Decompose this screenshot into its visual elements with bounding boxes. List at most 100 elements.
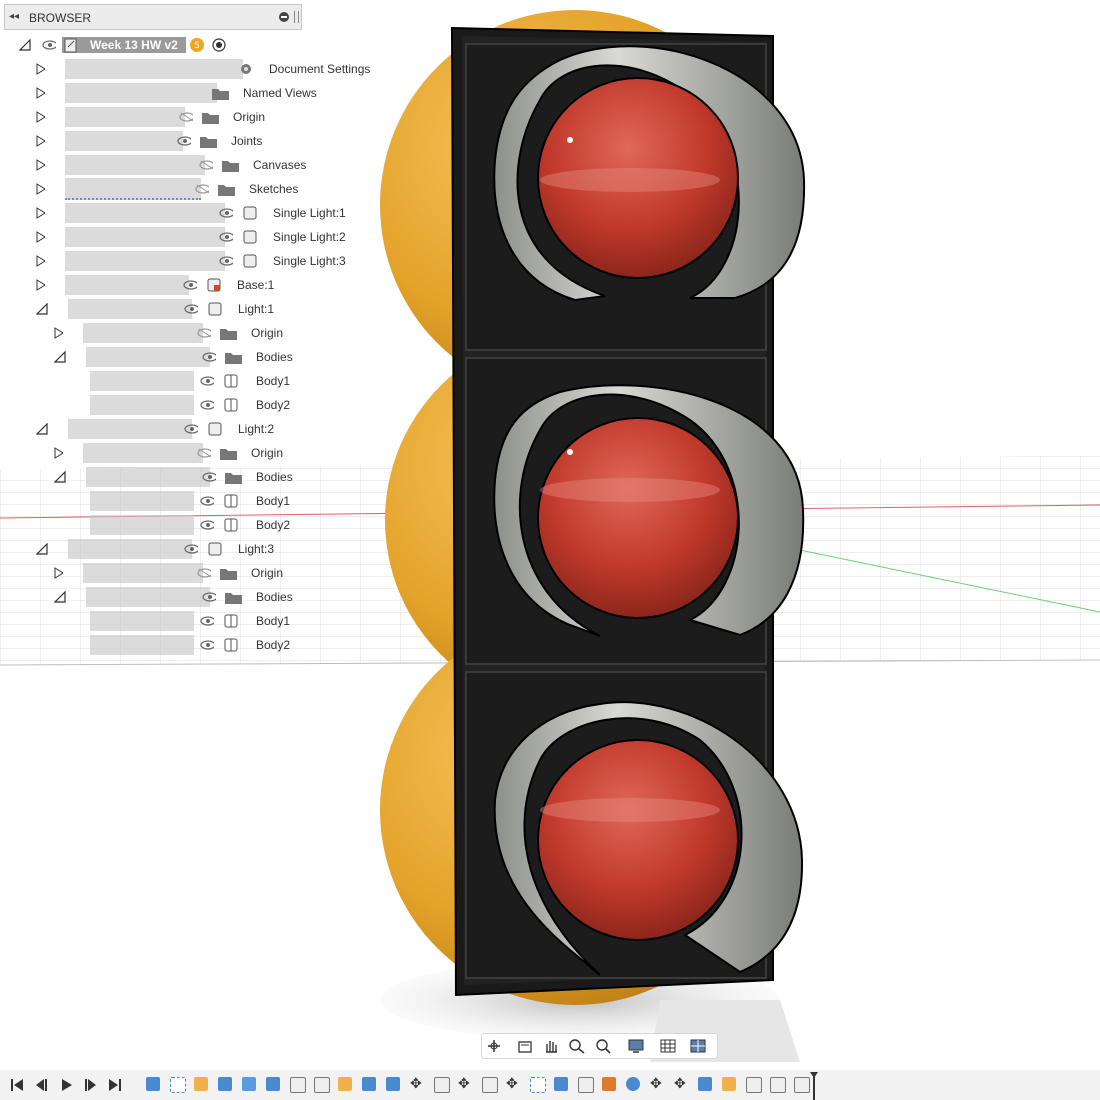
visibility-eye-icon[interactable] bbox=[177, 136, 191, 146]
browser-item-light-1-body2[interactable]: Body2 bbox=[90, 395, 290, 415]
visibility-eye-icon[interactable] bbox=[200, 616, 214, 626]
browser-item-joints[interactable]: Joints bbox=[36, 131, 262, 151]
move-feature-icon[interactable]: ✥ bbox=[458, 1075, 472, 1091]
hidden-eye-icon[interactable] bbox=[197, 448, 211, 458]
visibility-eye-icon[interactable] bbox=[200, 400, 214, 410]
collapsed-triangle-icon[interactable] bbox=[36, 159, 45, 171]
hidden-eye-icon[interactable] bbox=[179, 112, 193, 122]
zoom-window-icon[interactable] bbox=[594, 1038, 612, 1054]
expanded-triangle-icon[interactable] bbox=[54, 591, 66, 603]
browser-item-light-1-origin[interactable]: Origin bbox=[54, 323, 283, 343]
visibility-eye-icon[interactable] bbox=[200, 520, 214, 530]
collapsed-triangle-icon[interactable] bbox=[36, 231, 45, 243]
browser-item-light-2-body2[interactable]: Body2 bbox=[90, 515, 290, 535]
visibility-eye-icon[interactable] bbox=[200, 496, 214, 506]
browser-item-light-1-bodies[interactable]: Bodies bbox=[54, 347, 293, 367]
sketch-feature-icon[interactable] bbox=[146, 1077, 160, 1091]
joint-feature-icon[interactable] bbox=[482, 1077, 498, 1093]
extrude-feature-icon[interactable] bbox=[698, 1077, 712, 1091]
collapsed-triangle-icon[interactable] bbox=[54, 447, 63, 459]
orbit-icon[interactable] bbox=[486, 1038, 504, 1054]
expanded-triangle-icon[interactable] bbox=[54, 351, 66, 363]
visibility-eye-icon[interactable] bbox=[202, 472, 216, 482]
browser-item-light-3-origin[interactable]: Origin bbox=[54, 563, 283, 583]
collapsed-triangle-icon[interactable] bbox=[54, 567, 63, 579]
browser-item-canvases[interactable]: Canvases bbox=[36, 155, 306, 175]
extrude-feature-icon[interactable] bbox=[266, 1077, 280, 1091]
hidden-eye-icon[interactable] bbox=[195, 184, 209, 194]
browser-item-light-2-body1[interactable]: Body1 bbox=[90, 491, 290, 511]
last-icon[interactable] bbox=[108, 1078, 122, 1092]
pan-icon[interactable] bbox=[542, 1038, 560, 1054]
minimize-icon[interactable] bbox=[279, 12, 289, 22]
display-settings-icon[interactable] bbox=[628, 1038, 646, 1054]
grid-icon[interactable] bbox=[660, 1038, 678, 1054]
zoom-icon[interactable] bbox=[568, 1038, 586, 1054]
hidden-eye-icon[interactable] bbox=[197, 568, 211, 578]
browser-item-light-3[interactable]: Light:3 bbox=[36, 539, 274, 559]
move-feature-icon[interactable]: ✥ bbox=[674, 1075, 688, 1091]
collapsed-triangle-icon[interactable] bbox=[36, 135, 45, 147]
component-feature-icon[interactable] bbox=[314, 1077, 330, 1093]
visibility-eye-icon[interactable] bbox=[184, 424, 198, 434]
visibility-eye-icon[interactable] bbox=[202, 592, 216, 602]
construction-feature-icon[interactable] bbox=[194, 1077, 208, 1091]
visibility-eye-icon[interactable] bbox=[184, 544, 198, 554]
visibility-eye-icon[interactable] bbox=[219, 232, 233, 242]
collapsed-triangle-icon[interactable] bbox=[36, 111, 45, 123]
expanded-triangle-icon[interactable] bbox=[36, 543, 48, 555]
collapsed-triangle-icon[interactable] bbox=[36, 279, 45, 291]
browser-item-origin[interactable]: Origin bbox=[36, 107, 265, 127]
browser-item-light-1[interactable]: Light:1 bbox=[36, 299, 274, 319]
collapsed-triangle-icon[interactable] bbox=[54, 327, 63, 339]
collapsed-triangle-icon[interactable] bbox=[36, 63, 45, 75]
visibility-eye-icon[interactable] bbox=[200, 640, 214, 650]
visibility-eye-icon[interactable] bbox=[200, 376, 214, 386]
browser-item-light-3-bodies[interactable]: Bodies bbox=[54, 587, 293, 607]
extrude-feature-icon[interactable] bbox=[554, 1077, 568, 1091]
component-feature-icon[interactable] bbox=[290, 1077, 306, 1093]
browser-item-document-settings[interactable]: Document Settings bbox=[36, 59, 370, 79]
expanded-triangle-icon[interactable] bbox=[18, 38, 32, 52]
hidden-eye-icon[interactable] bbox=[197, 328, 211, 338]
resize-grip-icon[interactable] bbox=[294, 11, 299, 23]
sketch-feature-icon[interactable] bbox=[170, 1077, 186, 1093]
joint-feature-icon[interactable] bbox=[770, 1077, 786, 1093]
timeline-marker-icon[interactable] bbox=[810, 1072, 818, 1100]
joint-feature-icon[interactable] bbox=[794, 1077, 810, 1093]
pin-feature-icon[interactable] bbox=[602, 1077, 616, 1091]
browser-item-single-light-1[interactable]: Single Light:1 bbox=[36, 203, 346, 223]
browser-item-light-2-bodies[interactable]: Bodies bbox=[54, 467, 293, 487]
expanded-triangle-icon[interactable] bbox=[36, 303, 48, 315]
hidden-eye-icon[interactable] bbox=[199, 160, 213, 170]
visibility-eye-icon[interactable] bbox=[219, 256, 233, 266]
visibility-eye-icon[interactable] bbox=[184, 304, 198, 314]
sketch-feature-icon[interactable] bbox=[530, 1077, 546, 1093]
expanded-triangle-icon[interactable] bbox=[36, 423, 48, 435]
browser-item-sketches[interactable]: Sketches bbox=[36, 178, 298, 200]
visibility-eye-icon[interactable] bbox=[42, 40, 56, 50]
next-icon[interactable] bbox=[84, 1078, 98, 1092]
browser-item-single-light-3[interactable]: Single Light:3 bbox=[36, 251, 346, 271]
extrude-feature-icon[interactable] bbox=[242, 1077, 256, 1091]
extrude-feature-icon[interactable] bbox=[218, 1077, 232, 1091]
browser-item-single-light-2[interactable]: Single Light:2 bbox=[36, 227, 346, 247]
expanded-triangle-icon[interactable] bbox=[54, 471, 66, 483]
browser-item-base-1[interactable]: Base:1 bbox=[36, 275, 274, 295]
collapsed-triangle-icon[interactable] bbox=[36, 87, 45, 99]
move-feature-icon[interactable]: ✥ bbox=[506, 1075, 520, 1091]
root-chip[interactable]: Week 13 HW v2 bbox=[62, 37, 186, 53]
visibility-eye-icon[interactable] bbox=[219, 208, 233, 218]
visibility-eye-icon[interactable] bbox=[183, 280, 197, 290]
version-badge-icon[interactable]: 5 bbox=[189, 38, 204, 52]
construction-feature-icon[interactable] bbox=[338, 1077, 352, 1091]
joint-feature-icon[interactable] bbox=[746, 1077, 762, 1093]
collapse-panel-icon[interactable]: ◂◂ bbox=[9, 11, 19, 22]
visibility-eye-icon[interactable] bbox=[202, 352, 216, 362]
collapsed-triangle-icon[interactable] bbox=[36, 183, 45, 195]
look-at-icon[interactable] bbox=[516, 1038, 534, 1054]
joint-feature-icon[interactable] bbox=[434, 1077, 450, 1093]
first-icon[interactable] bbox=[10, 1078, 24, 1092]
browser-item-light-2-origin[interactable]: Origin bbox=[54, 443, 283, 463]
viewports-icon[interactable] bbox=[690, 1038, 708, 1054]
